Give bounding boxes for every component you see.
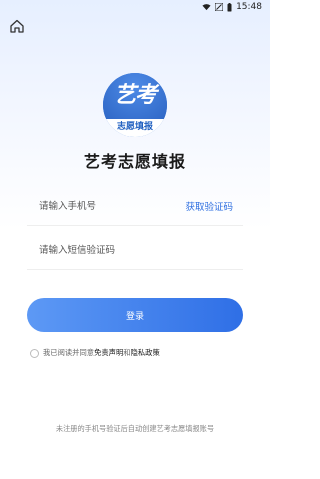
wifi-icon xyxy=(202,4,211,11)
agreement-row: 我已阅读并同意 免责声明和隐私政策 xyxy=(30,348,160,358)
agreement-prefix: 我已阅读并同意 xyxy=(43,348,95,357)
home-icon[interactable] xyxy=(8,17,26,35)
sms-code-field xyxy=(27,231,243,270)
status-time: 15:48 xyxy=(236,2,262,12)
logo-main-text: 艺考 xyxy=(103,73,167,119)
footer-note: 未注册的手机号验证后自动创建艺考志愿填报账号 xyxy=(55,424,215,433)
app-logo: 艺考 志愿填报 xyxy=(103,73,167,137)
status-bar: 15:48 xyxy=(0,0,270,14)
agreement-checkbox[interactable] xyxy=(30,348,39,358)
status-icons: 15:48 xyxy=(202,2,262,12)
disclaimer-link[interactable]: 免责声明 xyxy=(94,348,123,358)
login-button-label: 登录 xyxy=(125,311,144,322)
signal-icon xyxy=(215,3,224,11)
battery-icon xyxy=(227,2,232,11)
logo-sub-text: 志愿填报 xyxy=(103,119,167,137)
agreement-conj: 和 xyxy=(123,348,131,357)
phone-input[interactable] xyxy=(37,187,191,225)
phone-field: 获取验证码 xyxy=(27,187,243,226)
privacy-policy-link[interactable]: 隐私政策 xyxy=(131,348,160,358)
page-title: 艺考志愿填报 xyxy=(83,152,186,171)
login-button[interactable]: 登录 xyxy=(27,298,243,332)
get-code-button[interactable]: 获取验证码 xyxy=(185,199,233,213)
sms-code-input[interactable] xyxy=(37,231,191,269)
